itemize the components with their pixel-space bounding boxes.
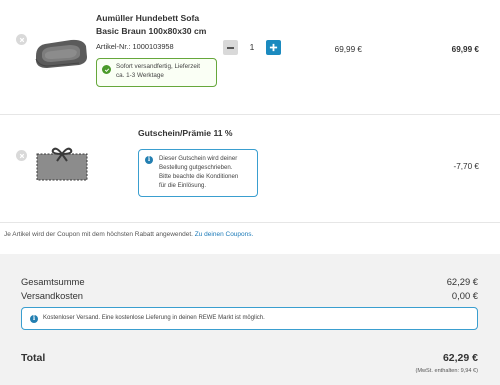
voucher-title: Gutschein/Prämie 11 %	[138, 128, 233, 138]
check-icon	[102, 65, 111, 74]
minus-icon	[227, 46, 234, 49]
voucher-info-line-4: für die Einlösung.	[159, 182, 207, 190]
product-title-line-2[interactable]: Basic Braun 100x80x30 cm	[96, 25, 216, 38]
item-divider	[0, 222, 500, 223]
availability-line-2: ca. 1-3 Werktage	[116, 71, 164, 79]
remove-item-icon[interactable]	[16, 34, 27, 45]
product-image-dog-bed[interactable]	[33, 35, 89, 71]
quantity-value[interactable]: 1	[246, 42, 258, 52]
voucher-discount: -7,70 €	[453, 162, 480, 171]
availability-line-1: Sofort versandfertig, Lieferzeit	[116, 63, 200, 70]
voucher-info-box: i Dieser Gutschein wird deiner Bestellun…	[138, 149, 258, 197]
coupon-note: Je Artikel wird der Coupon mit dem höchs…	[4, 231, 253, 238]
total-value: 62,29 €	[442, 352, 478, 364]
quantity-decrease-button[interactable]	[223, 40, 238, 55]
my-coupons-link[interactable]: Zu deinen Coupons.	[195, 231, 254, 238]
gift-voucher-icon	[36, 146, 88, 182]
shipping-notice-box: i Kostenloser Versand. Eine kostenlose L…	[21, 307, 478, 330]
product-title-line-1[interactable]: Aumüller Hundebett Sofa	[96, 12, 216, 25]
availability-box: Sofort versandfertig, Lieferzeit ca. 1-3…	[96, 58, 217, 87]
shipping-label: Versandkosten	[21, 290, 84, 301]
unit-price: 69,99 €	[334, 45, 362, 54]
item-divider	[0, 114, 500, 115]
total-label: Total	[21, 352, 46, 364]
subtotal-value: 62,29 €	[446, 276, 478, 287]
line-total-price: 69,99 €	[451, 45, 479, 54]
shipping-notice-text: Kostenloser Versand. Eine kostenlose Lie…	[43, 315, 265, 321]
coupon-note-text: Je Artikel wird der Coupon mit dem höchs…	[4, 231, 193, 238]
voucher-info-line-3: Bitte beachte die Konditionen	[159, 173, 239, 181]
product-title[interactable]: Aumüller Hundebett Sofa Basic Braun 100x…	[96, 12, 216, 37]
remove-item-icon[interactable]	[16, 150, 27, 161]
plus-icon	[269, 43, 278, 52]
info-icon: i	[145, 156, 153, 164]
quantity-increase-button[interactable]	[266, 40, 281, 55]
voucher-info-line-1: Dieser Gutschein wird deiner	[159, 155, 238, 162]
subtotal-label: Gesamtsumme	[21, 276, 85, 287]
vat-note: (MwSt. enthalten: 9,94 €)	[415, 368, 479, 374]
voucher-info-line-2: Bestellung gutgeschrieben.	[159, 164, 233, 172]
info-icon: i	[30, 315, 38, 323]
shipping-value: 0,00 €	[451, 290, 478, 301]
product-sku: Artikel-Nr.: 1000103958	[96, 42, 174, 51]
